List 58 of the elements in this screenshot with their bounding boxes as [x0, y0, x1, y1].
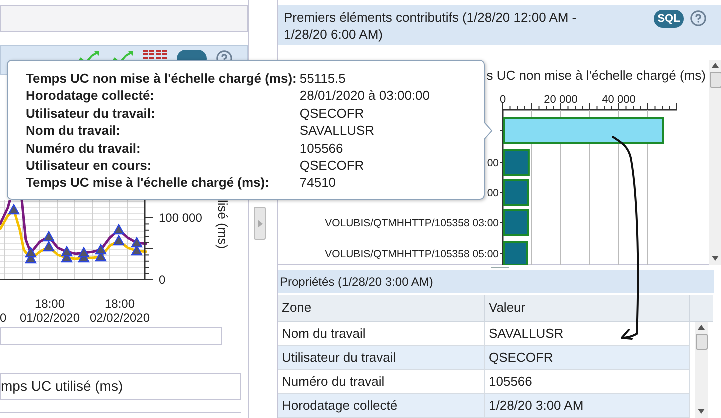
tooltip-label: Temps UC mise à l'échelle chargé (ms):: [26, 174, 270, 192]
table-icon[interactable]: [143, 50, 168, 60]
scrollbar[interactable]: [695, 322, 708, 418]
tooltip-value: QSECOFR: [300, 104, 366, 122]
tooltip-label: Numéro du travail:: [26, 140, 142, 158]
category-label: 00: [487, 158, 499, 170]
axis-tick-label: 0: [159, 273, 167, 287]
tooltip-label: Temps UC non mise à l'échelle chargé (ms):: [26, 70, 297, 88]
category-label: VOLUBIS/QTMHHTTP/105358 05:00: [325, 248, 499, 260]
scroll-up-icon[interactable]: [712, 63, 719, 68]
input-field[interactable]: [0, 5, 248, 32]
bar[interactable]: [503, 117, 664, 144]
bar[interactable]: [503, 149, 530, 176]
scroll-thumb[interactable]: [696, 334, 708, 350]
axis-tick-label: 20 000: [544, 94, 578, 106]
bar[interactable]: [503, 209, 530, 236]
axis-tick-label: 40 000: [602, 94, 636, 106]
axis-tick-label: 18:00: [34, 297, 66, 311]
tooltip-value: 28/01/2020 à 03:00:00: [300, 87, 431, 105]
scroll-thumb[interactable]: [710, 72, 721, 88]
axis-tick-label: 100 000: [159, 211, 204, 225]
scroll-down-icon[interactable]: [698, 409, 705, 414]
metric-field[interactable]: mps UC utilisé (ms): [0, 373, 241, 400]
tooltip-value: QSECOFR: [300, 157, 366, 174]
input-field[interactable]: [0, 327, 222, 345]
bar[interactable]: [503, 241, 528, 265]
column-header[interactable]: Zone: [278, 295, 485, 322]
scroll-up-icon[interactable]: [698, 325, 705, 330]
tooltip-value: 105566: [300, 140, 344, 158]
axis-tick-label: 0: [500, 94, 506, 106]
tooltip-value: 55115.5: [300, 70, 347, 88]
help-icon[interactable]: [690, 10, 707, 27]
category-label: 00: [487, 188, 499, 200]
tooltip-label: Utilisateur du travail:: [26, 104, 156, 122]
tooltip-label: Utilisateur en cours:: [26, 157, 153, 174]
chart-title: s UC non mise à l'échelle chargé (ms): [486, 68, 706, 83]
tooltip-label: Horodatage collecté:: [26, 87, 156, 105]
axis-title: lisé (ms): [214, 200, 232, 250]
tooltip-label: Nom du travail:: [26, 122, 122, 140]
column-header[interactable]: Valeur: [485, 295, 690, 322]
panel-title: Propriétés (1/28/20 3:00 AM): [280, 274, 434, 290]
table-cell: 1/28/20 3:00 AM: [485, 394, 690, 418]
category-label: VOLUBIS/QTMHHTTP/105358 03:00: [325, 218, 499, 230]
collapse-arrow-icon[interactable]: [258, 220, 262, 228]
table-header-corner: [690, 295, 713, 322]
sql-button[interactable]: SQL: [654, 10, 684, 28]
panel-title: Premiers éléments contributifs (1/28/20 12:00 AM - 1/28/20 6:00 AM): [284, 9, 578, 44]
axis-tick-label: 02/02/2020: [90, 311, 150, 325]
tooltip-value: SAVALLUSR: [300, 122, 376, 140]
axis-tick-label: 0: [0, 311, 8, 325]
axis-tick-label: 18:00: [104, 297, 136, 311]
table-cell: Horodatage collecté: [278, 394, 485, 418]
splitter-handle[interactable]: [254, 207, 266, 240]
bar[interactable]: [503, 179, 530, 206]
scrollbar[interactable]: [709, 60, 721, 265]
tooltip-value: 74510: [300, 174, 338, 192]
axis-tick-label: 01/02/2020: [20, 311, 80, 325]
scroll-down-icon[interactable]: [712, 256, 719, 261]
